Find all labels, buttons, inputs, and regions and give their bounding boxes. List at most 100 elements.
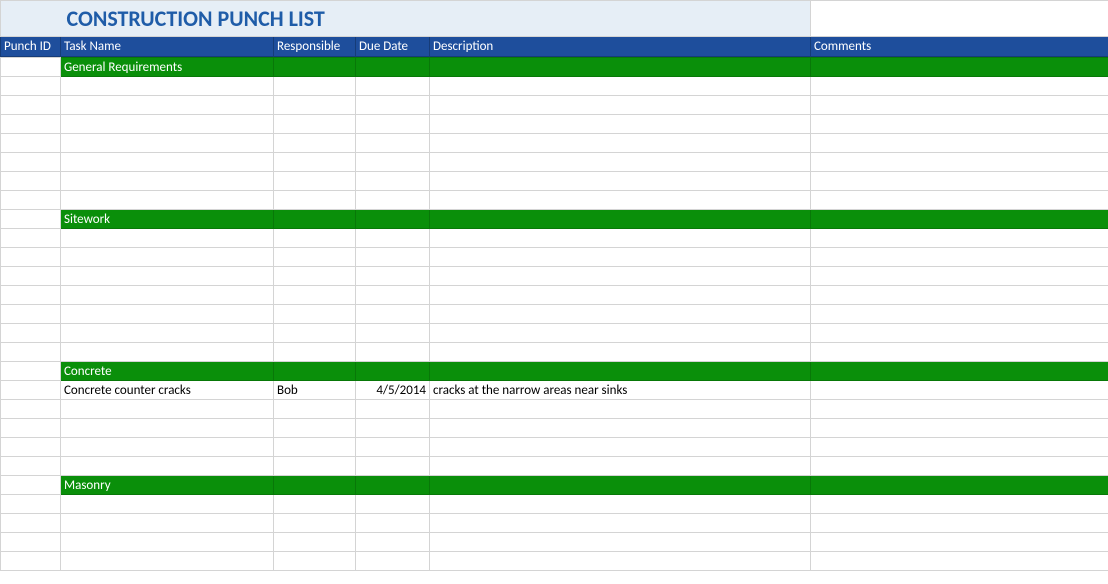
section-name[interactable]: Concrete [61,362,274,381]
empty-cell[interactable] [274,191,356,210]
empty-cell[interactable] [274,533,356,552]
empty-cell[interactable] [430,267,811,286]
empty-cell[interactable] [811,153,1108,172]
empty-cell[interactable] [356,514,430,533]
empty-cell[interactable] [811,533,1108,552]
empty-cell[interactable] [356,533,430,552]
empty-cell[interactable] [356,248,430,267]
empty-cell[interactable] [274,438,356,457]
empty-cell[interactable] [61,305,274,324]
data-cell[interactable] [1,381,61,400]
empty-cell[interactable] [811,191,1108,210]
section-name[interactable]: Sitework [61,210,274,229]
empty-cell[interactable] [811,96,1108,115]
section-cell[interactable] [430,210,811,229]
empty-cell[interactable] [274,115,356,134]
empty-cell[interactable] [430,343,811,362]
empty-cell[interactable] [430,191,811,210]
empty-cell[interactable] [61,77,274,96]
section-cell[interactable] [1,58,61,77]
empty-cell[interactable] [811,552,1108,571]
section-cell[interactable] [356,362,430,381]
empty-cell[interactable] [1,495,61,514]
empty-cell[interactable] [811,343,1108,362]
empty-cell[interactable] [430,438,811,457]
empty-cell[interactable] [1,96,61,115]
empty-cell[interactable] [356,267,430,286]
empty-cell[interactable] [811,495,1108,514]
empty-cell[interactable] [811,172,1108,191]
empty-cell[interactable] [430,419,811,438]
spreadsheet-grid[interactable]: CONSTRUCTION PUNCH LIST Punch ID Task Na… [0,0,1108,571]
empty-cell[interactable] [356,495,430,514]
empty-cell[interactable] [430,324,811,343]
empty-cell[interactable] [430,533,811,552]
section-cell[interactable] [274,58,356,77]
section-cell[interactable] [811,476,1108,495]
empty-cell[interactable] [811,457,1108,476]
empty-cell[interactable] [61,267,274,286]
empty-cell[interactable] [274,552,356,571]
empty-cell[interactable] [356,96,430,115]
empty-cell[interactable] [1,153,61,172]
empty-cell[interactable] [274,495,356,514]
empty-cell[interactable] [61,552,274,571]
empty-cell[interactable] [430,286,811,305]
empty-cell[interactable] [811,267,1108,286]
empty-cell[interactable] [61,96,274,115]
empty-cell[interactable] [61,438,274,457]
empty-cell[interactable] [61,134,274,153]
empty-cell[interactable] [1,248,61,267]
empty-cell[interactable] [274,229,356,248]
empty-cell[interactable] [61,229,274,248]
empty-cell[interactable] [1,267,61,286]
data-cell[interactable]: Bob [274,381,356,400]
empty-cell[interactable] [274,172,356,191]
section-name[interactable]: Masonry [61,476,274,495]
empty-cell[interactable] [430,172,811,191]
empty-cell[interactable] [356,153,430,172]
empty-cell[interactable] [356,286,430,305]
empty-cell[interactable] [61,419,274,438]
section-cell[interactable] [430,362,811,381]
empty-cell[interactable] [811,248,1108,267]
empty-cell[interactable] [430,514,811,533]
empty-cell[interactable] [430,457,811,476]
empty-cell[interactable] [430,229,811,248]
empty-cell[interactable] [811,438,1108,457]
section-cell[interactable] [430,476,811,495]
empty-cell[interactable] [61,495,274,514]
empty-cell[interactable] [356,134,430,153]
section-cell[interactable] [1,210,61,229]
empty-cell[interactable] [430,400,811,419]
empty-cell[interactable] [356,343,430,362]
section-cell[interactable] [430,58,811,77]
empty-cell[interactable] [61,343,274,362]
empty-cell[interactable] [1,438,61,457]
empty-cell[interactable] [430,134,811,153]
section-cell[interactable] [274,362,356,381]
empty-cell[interactable] [811,286,1108,305]
empty-cell[interactable] [430,153,811,172]
section-cell[interactable] [274,476,356,495]
empty-cell[interactable] [1,191,61,210]
empty-cell[interactable] [61,514,274,533]
empty-cell[interactable] [1,457,61,476]
empty-cell[interactable] [1,343,61,362]
data-cell[interactable]: 4/5/2014 [356,381,430,400]
data-cell[interactable]: Concrete counter cracks [61,381,274,400]
empty-cell[interactable] [356,457,430,476]
empty-cell[interactable] [61,191,274,210]
empty-cell[interactable] [356,305,430,324]
empty-cell[interactable] [1,115,61,134]
empty-cell[interactable] [274,248,356,267]
empty-cell[interactable] [274,419,356,438]
empty-cell[interactable] [61,324,274,343]
empty-cell[interactable] [811,115,1108,134]
empty-cell[interactable] [1,172,61,191]
section-cell[interactable] [1,362,61,381]
section-cell[interactable] [811,58,1108,77]
empty-cell[interactable] [1,514,61,533]
empty-cell[interactable] [61,153,274,172]
empty-cell[interactable] [430,248,811,267]
